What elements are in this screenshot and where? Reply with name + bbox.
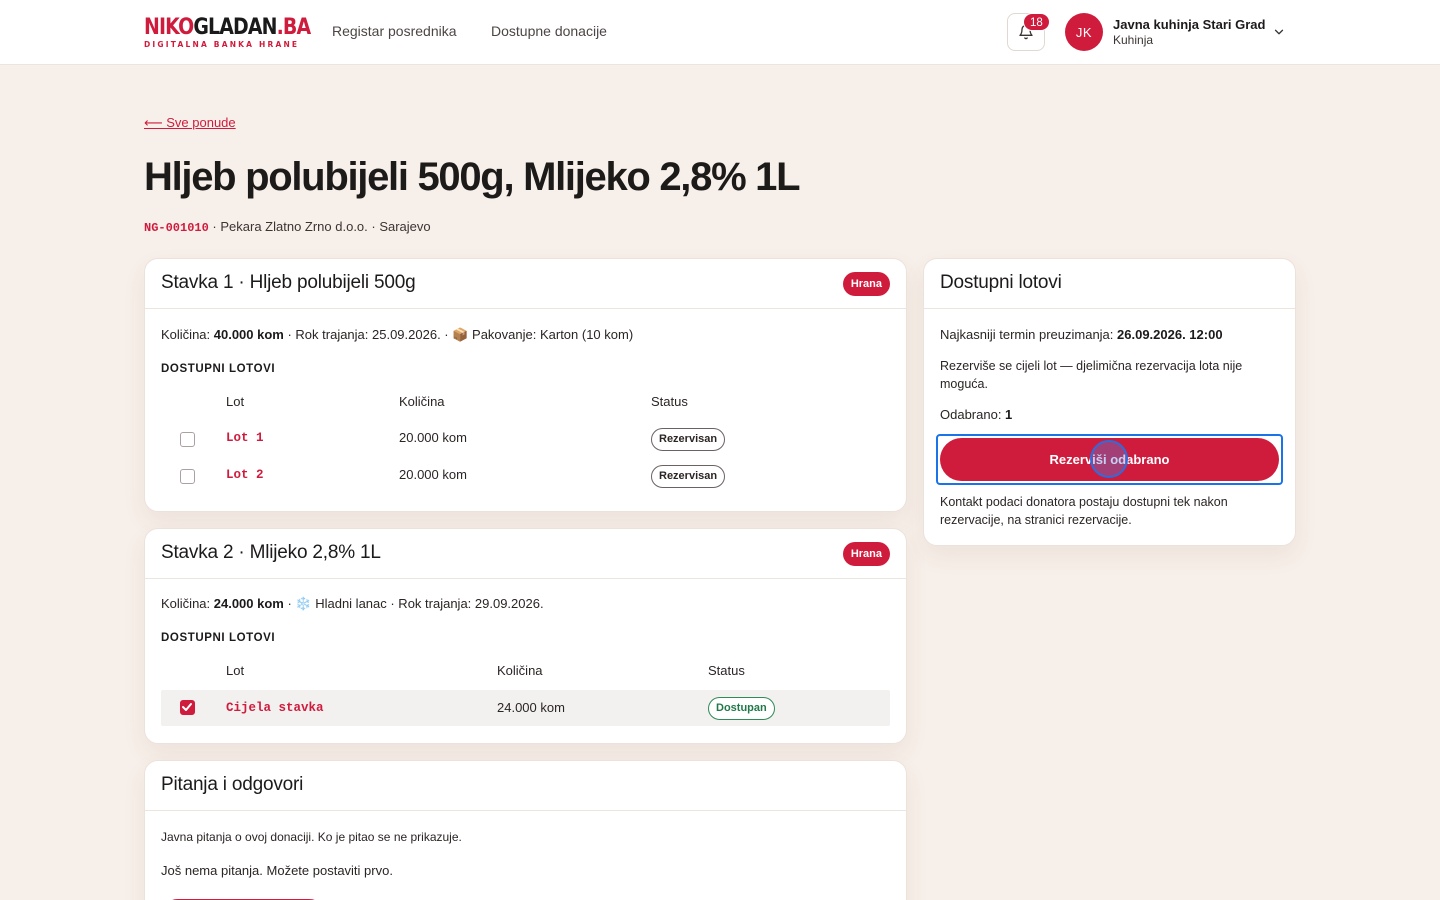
nav-registar-posrednika[interactable]: Registar posrednika — [332, 23, 457, 39]
lot-quantity: 20.000 kom — [399, 467, 467, 482]
status-badge: Rezervisan — [651, 428, 726, 451]
cursor-indicator — [1090, 440, 1128, 478]
chevron-down-icon[interactable] — [1272, 25, 1286, 39]
top-navbar: NIKOGLADAN.BA DIGITALNA BANKA HRANE Regi… — [0, 0, 1440, 65]
page-title: Hljeb polubijeli 500g, Mlijeko 2,8% 1L — [144, 155, 801, 199]
sidebar-header: Dostupni lotovi — [924, 259, 1295, 309]
lot-quantity: 20.000 kom — [399, 430, 467, 445]
item-title: Stavka 2 · Mlijeko 2,8% 1L — [161, 542, 381, 563]
lots-section-label: DOSTUPNI LOTOVI — [161, 632, 276, 644]
item-title: Stavka 1 · Hljeb polubijeli 500g — [161, 272, 416, 293]
status-badge: Rezervisan — [651, 465, 726, 488]
user-role: Kuhinja — [1113, 33, 1154, 47]
contact-note: Kontakt podaci donatora postaju dostupni… — [940, 495, 1228, 527]
item-card-header: Stavka 2 · Mlijeko 2,8% 1L Hrana — [145, 529, 906, 579]
back-to-offers-link[interactable]: ⟵ Sve ponude — [144, 115, 236, 131]
qa-empty-state: Još nema pitanja. Možete postaviti prvo. — [161, 863, 393, 878]
item-card-1: Stavka 1 · Hljeb polubijeli 500g Hrana K… — [144, 258, 907, 512]
lot-checkbox[interactable] — [180, 469, 195, 484]
qa-card: Pitanja i odgovori Javna pitanja o ovoj … — [144, 760, 907, 900]
qa-intro: Javna pitanja o ovoj donaciji. Ko je pit… — [161, 830, 462, 844]
column-header-lot: Lot — [226, 663, 245, 678]
item-details: Količina: 24.000 kom · ❄️ Hladni lanac ·… — [161, 596, 544, 611]
lot-checkbox[interactable] — [180, 432, 195, 447]
logo-tagline: DIGITALNA BANKA HRANE — [144, 40, 300, 49]
reservation-sidebar: Dostupni lotovi Najkasniji termin preuzi… — [923, 258, 1296, 546]
column-header-quantity: Količina — [399, 394, 445, 409]
user-name[interactable]: Javna kuhinja Stari Grad — [1113, 17, 1265, 32]
item-card-header: Stavka 1 · Hljeb polubijeli 500g Hrana — [145, 259, 906, 309]
column-header-lot: Lot — [226, 394, 245, 409]
selected-count: Odabrano: 1 — [940, 407, 1013, 422]
donation-code: NG-001010 — [144, 221, 209, 235]
nav-dostupne-donacije[interactable]: Dostupne donacije — [491, 23, 607, 39]
column-header-status: Status — [708, 663, 745, 678]
logo-wordmark: NIKOGLADAN.BA — [144, 15, 311, 40]
status-badge: Dostupan — [708, 697, 775, 720]
sidebar-title: Dostupni lotovi — [940, 272, 1062, 293]
item-details: Količina: 40.000 kom · Rok trajanja: 25.… — [161, 327, 634, 342]
donation-meta: NG-001010 · Pekara Zlatno Zrno d.o.o. · … — [144, 219, 431, 235]
lot-code: Cijela stavka — [226, 701, 324, 715]
qa-card-header: Pitanja i odgovori — [145, 761, 906, 811]
category-badge: Hrana — [842, 542, 890, 566]
item-card-2: Stavka 2 · Mlijeko 2,8% 1L Hrana Količin… — [144, 528, 907, 744]
category-badge: Hrana — [842, 272, 890, 296]
checkmark-icon — [182, 703, 192, 711]
reservation-note: Rezerviše se cijeli lot — djelimična rez… — [940, 359, 1243, 391]
column-header-status: Status — [651, 394, 688, 409]
notification-count-badge: 18 — [1023, 13, 1050, 31]
qa-title: Pitanja i odgovori — [161, 774, 304, 795]
column-header-quantity: Količina — [497, 663, 543, 678]
lots-section-label: DOSTUPNI LOTOVI — [161, 363, 276, 375]
lot-code: Lot 2 — [226, 468, 264, 482]
lot-checkbox-checked[interactable] — [180, 700, 195, 715]
logo[interactable]: NIKOGLADAN.BA DIGITALNA BANKA HRANE — [144, 15, 337, 50]
avatar[interactable]: JK — [1065, 13, 1103, 51]
lot-code: Lot 1 — [226, 431, 264, 445]
pickup-deadline: Najkasniji termin preuzimanja: 26.09.202… — [940, 327, 1223, 342]
lot-quantity: 24.000 kom — [497, 700, 565, 715]
